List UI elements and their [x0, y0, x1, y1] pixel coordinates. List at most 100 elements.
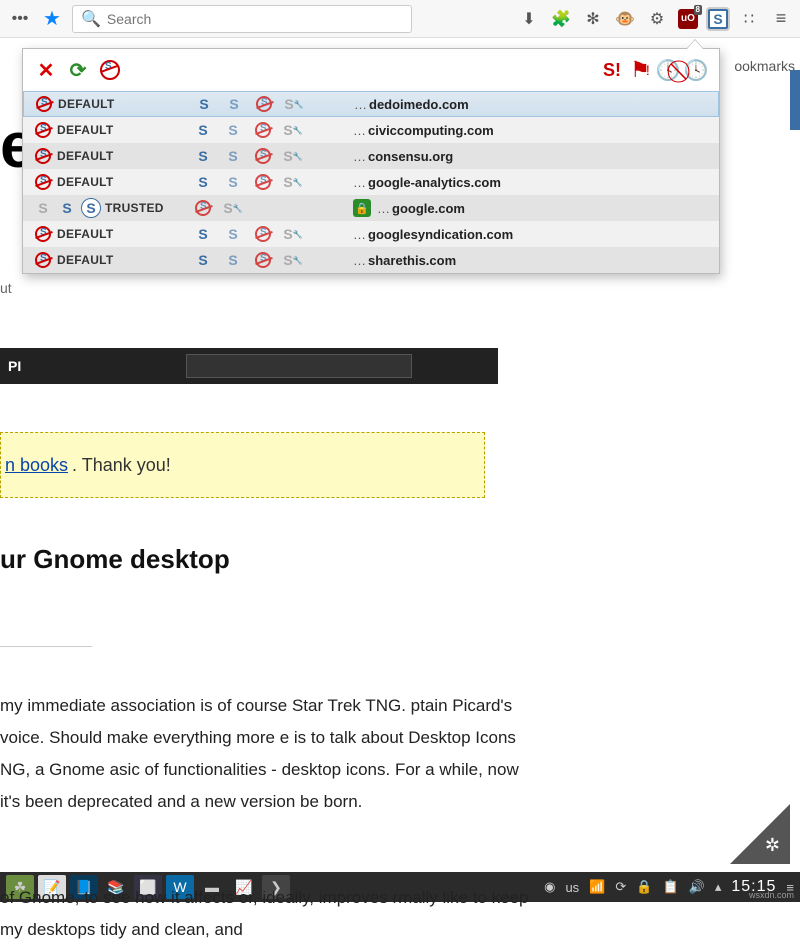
notice-link[interactable]: n books	[5, 455, 68, 476]
permission-selector[interactable]: DEFAULT	[33, 224, 193, 244]
permission-row[interactable]: SSSTRUSTEDS🔧🔒…google.com	[23, 195, 719, 221]
permission-selector[interactable]: DEFAULT	[33, 146, 193, 166]
bookmarks-toolbar-label[interactable]: ookmarks	[734, 58, 795, 74]
wifi-icon[interactable]: 📶	[589, 879, 605, 895]
s-icon-2[interactable]: S	[224, 94, 244, 114]
lock-tray-icon[interactable]: 🔒	[636, 879, 652, 895]
s-icon-1[interactable]: S	[194, 94, 214, 114]
revoke-temp-icon[interactable]: 🕓⃠	[685, 59, 707, 81]
permission-row[interactable]: DEFAULT SS S🔧 …google-analytics.com	[23, 169, 719, 195]
ublock-icon[interactable]: uO8	[678, 9, 698, 29]
blocked-s-icon[interactable]	[34, 94, 54, 114]
permission-icons: S🔧	[193, 198, 353, 218]
domain-cell[interactable]: …sharethis.com	[353, 253, 456, 268]
domain-cell[interactable]: …dedoimedo.com	[354, 97, 469, 112]
search-input[interactable]	[107, 11, 403, 27]
extensions-icon[interactable]: 🧩	[550, 8, 572, 30]
permission-row[interactable]: DEFAULTSSS🔧…consensu.org	[23, 143, 719, 169]
reload-icon[interactable]: ⟳	[67, 59, 89, 81]
nav-label: PI	[8, 358, 21, 374]
permission-label: TRUSTED	[105, 201, 164, 215]
blocked-s-icon[interactable]	[33, 224, 53, 244]
search-box[interactable]: 🔍	[72, 5, 412, 33]
s-icon-blocked[interactable]	[193, 198, 213, 218]
permission-selector[interactable]: DEFAULT	[33, 120, 193, 140]
keyboard-layout[interactable]: us	[565, 880, 579, 895]
gear-ext-icon[interactable]: ⚙	[646, 8, 668, 30]
permission-label: DEFAULT	[57, 175, 114, 189]
nav-input[interactable]	[186, 354, 412, 378]
s-icon-blocked[interactable]	[253, 120, 273, 140]
settings-icon[interactable]: ✻	[582, 8, 604, 30]
noscript-icon[interactable]: S	[708, 9, 728, 29]
s-icon-1[interactable]: S	[193, 120, 213, 140]
addons-grid-icon[interactable]: ∷	[738, 8, 760, 30]
s-icon-custom[interactable]: S🔧	[283, 224, 303, 244]
blocked-s-icon[interactable]	[33, 146, 53, 166]
s-icon-custom[interactable]: S🔧	[223, 198, 243, 218]
s-icon-1[interactable]: S	[193, 250, 213, 270]
trusted-s-icon[interactable]: S	[81, 198, 101, 218]
s-icon-1[interactable]: S	[193, 172, 213, 192]
s-icon-custom[interactable]: S🔧	[283, 146, 303, 166]
s-icon-1[interactable]: S	[193, 146, 213, 166]
tray-indicator-icon[interactable]: ◉	[544, 879, 555, 895]
bookmark-star-icon[interactable]: ★	[40, 7, 64, 31]
default-s-icon[interactable]: S	[33, 198, 53, 218]
s-icon-2[interactable]: S	[223, 146, 243, 166]
s-icon-2[interactable]: S	[223, 250, 243, 270]
updates-icon[interactable]: ⟳	[615, 879, 626, 895]
hamburger-menu-icon[interactable]: ≡	[770, 8, 792, 30]
domain-prefix: …	[353, 227, 366, 242]
permission-selector[interactable]: DEFAULT	[33, 250, 193, 270]
s-icon-blocked[interactable]	[253, 250, 273, 270]
scrollbar-thumb[interactable]	[790, 70, 800, 130]
domain-cell[interactable]: …googlesyndication.com	[353, 227, 513, 242]
tray-chevron-icon[interactable]: ▴	[715, 879, 722, 895]
permission-selector[interactable]: SSSTRUSTED	[33, 198, 193, 218]
domain-cell[interactable]: …google-analytics.com	[353, 175, 501, 190]
volume-icon[interactable]: 🔊	[689, 879, 705, 895]
permission-selector[interactable]: DEFAULT	[34, 94, 194, 114]
close-icon[interactable]: ✕	[35, 59, 57, 81]
status-s-icon[interactable]: S!	[601, 59, 623, 81]
s-icon-2[interactable]: S	[223, 120, 243, 140]
s-icon-custom[interactable]: S🔧	[283, 250, 303, 270]
permissions-list: DEFAULTSSS🔧…dedoimedo.comDEFAULTSSS🔧…civ…	[23, 91, 719, 273]
s-icon-blocked[interactable]	[253, 146, 273, 166]
global-options-icon[interactable]	[99, 59, 121, 81]
permission-row[interactable]: DEFAULTSSS🔧…sharethis.com	[23, 247, 719, 273]
blocked-s-icon[interactable]	[33, 250, 53, 270]
s-icon-custom[interactable]: S🔧	[283, 120, 303, 140]
downloads-icon[interactable]: ⬇	[518, 8, 540, 30]
monkey-ext-icon[interactable]: 🐵	[614, 8, 636, 30]
article-paragraph-2: of Gnome, to see how it affects or, idea…	[0, 882, 530, 946]
s-icon-blocked[interactable]	[253, 172, 273, 192]
s-icon-blocked[interactable]	[254, 94, 274, 114]
permission-row[interactable]: DEFAULTSSS🔧…dedoimedo.com	[23, 91, 719, 117]
permission-row[interactable]: DEFAULTSSS🔧…googlesyndication.com	[23, 221, 719, 247]
overflow-menu-icon[interactable]: •••	[8, 7, 32, 31]
clipboard-tray-icon[interactable]: 📋	[662, 879, 678, 895]
s-icon-blocked[interactable]	[253, 224, 273, 244]
page-corner-fold[interactable]	[730, 804, 790, 864]
s-icon-1[interactable]: S	[193, 224, 213, 244]
corner-gear-icon[interactable]: ✲	[765, 835, 780, 856]
warning-icon[interactable]: ⚑!	[629, 59, 651, 81]
temp-s-icon[interactable]: S	[57, 198, 77, 218]
domain-cell[interactable]: …consensu.org	[353, 149, 453, 164]
permission-row[interactable]: DEFAULTSSS🔧…civiccomputing.com	[23, 117, 719, 143]
s-icon-custom[interactable]: S🔧	[283, 172, 303, 192]
permission-icons: SS S🔧	[193, 250, 353, 270]
domain-cell[interactable]: …google.com	[377, 201, 465, 216]
permission-selector[interactable]: DEFAULT	[33, 172, 193, 192]
domain-cell[interactable]: …civiccomputing.com	[353, 123, 494, 138]
search-icon: 🔍	[81, 9, 101, 29]
s-icon-2[interactable]: S	[223, 172, 243, 192]
temp-allow-icon[interactable]: 🕓	[657, 59, 679, 81]
s-icon-custom[interactable]: S🔧	[284, 94, 304, 114]
s-icon-2[interactable]: S	[223, 224, 243, 244]
blocked-s-icon[interactable]	[33, 120, 53, 140]
domain-name: dedoimedo.com	[369, 97, 469, 112]
blocked-s-icon[interactable]	[33, 172, 53, 192]
